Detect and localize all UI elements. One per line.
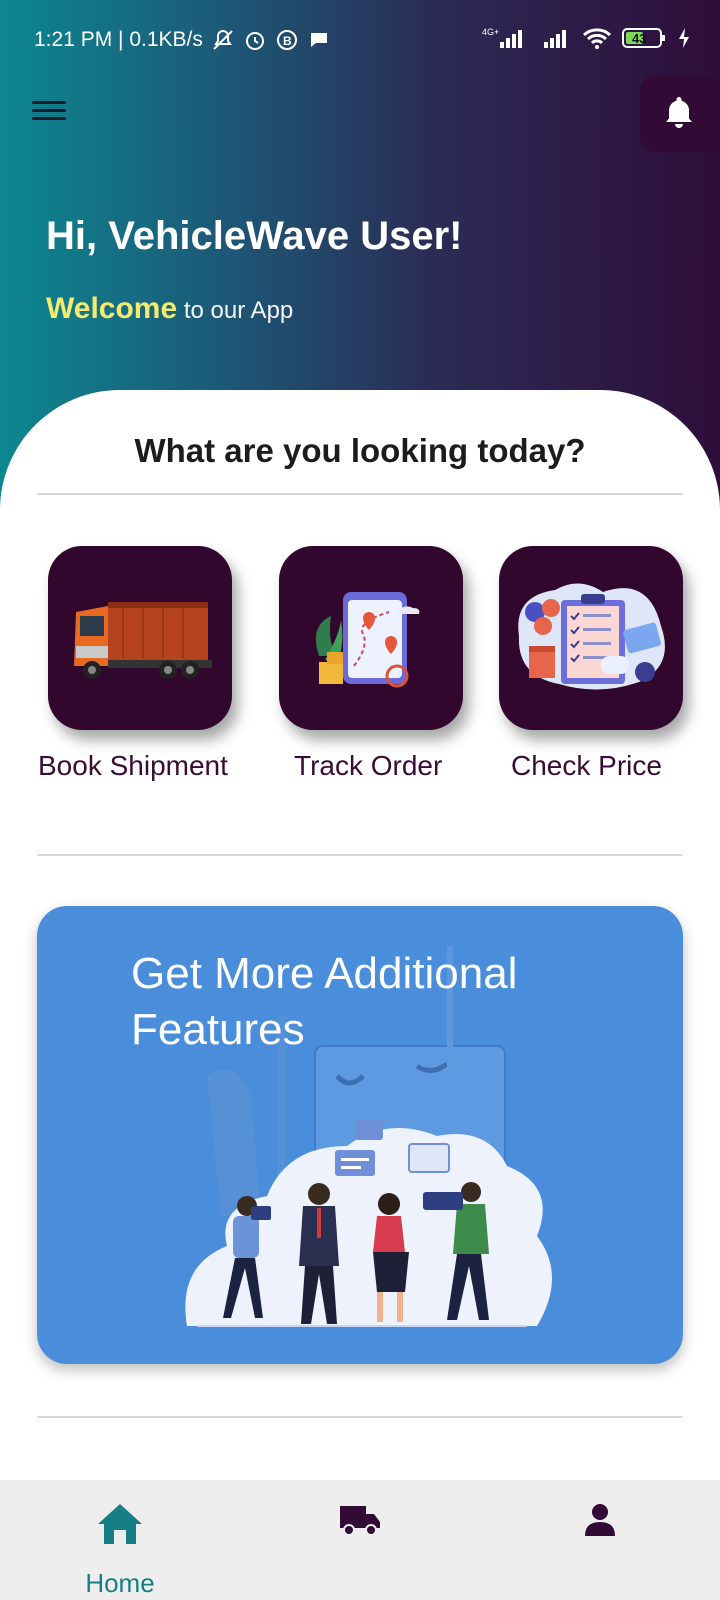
check-price-tile[interactable] bbox=[499, 546, 683, 730]
svg-text:B: B bbox=[283, 34, 292, 48]
chat-bubble-icon bbox=[307, 28, 331, 52]
status-time: 1:21 PM | 0.1KB/s bbox=[34, 28, 203, 51]
divider bbox=[37, 854, 683, 856]
book-shipment-label: Book Shipment bbox=[38, 750, 228, 781]
divider bbox=[37, 1416, 683, 1418]
truck-icon bbox=[338, 1502, 382, 1543]
nav-shipments[interactable] bbox=[240, 1480, 480, 1600]
status-bar: 1:21 PM | 0.1KB/s B 4G+ 43 bbox=[0, 22, 720, 62]
divider bbox=[37, 493, 683, 495]
home-icon bbox=[96, 1502, 144, 1551]
nav-home-label: Home bbox=[85, 1568, 155, 1598]
signal-icon-2 bbox=[542, 26, 572, 50]
alarm-icon bbox=[243, 28, 267, 52]
bottom-nav: Home bbox=[0, 1480, 720, 1600]
nav-profile[interactable] bbox=[480, 1480, 720, 1600]
svg-text:4G+: 4G+ bbox=[482, 27, 499, 37]
service-book-shipment[interactable]: Book Shipment bbox=[38, 546, 234, 781]
business-icon: B bbox=[275, 28, 299, 52]
menu-icon[interactable] bbox=[32, 96, 72, 132]
track-order-tile[interactable] bbox=[279, 546, 463, 730]
profile-icon bbox=[582, 1502, 618, 1543]
wifi-icon bbox=[582, 26, 612, 50]
promo-banner[interactable]: Get More Additional Features bbox=[37, 906, 683, 1364]
section-title: What are you looking today? bbox=[134, 432, 586, 469]
greeting-title: Hi, VehicleWave User! bbox=[46, 214, 463, 258]
truck-illustration bbox=[74, 602, 212, 679]
welcome-subtitle: Welcome to our App bbox=[46, 292, 293, 326]
welcome-rest: to our App bbox=[177, 297, 294, 324]
service-track-order[interactable]: Track Order bbox=[279, 546, 465, 781]
bell-icon bbox=[662, 94, 696, 135]
welcome-word: Welcome bbox=[46, 292, 178, 325]
nav-home[interactable]: Home bbox=[0, 1480, 240, 1600]
charging-icon bbox=[678, 26, 690, 50]
battery-icon: 43 bbox=[622, 26, 668, 50]
service-check-price[interactable]: Check Price bbox=[499, 546, 685, 781]
notification-button[interactable] bbox=[640, 76, 720, 152]
svg-text:43: 43 bbox=[632, 31, 646, 46]
signal-icon: 4G+ bbox=[482, 26, 532, 50]
track-order-label: Track Order bbox=[294, 750, 443, 781]
price-checklist-illustration bbox=[518, 583, 665, 690]
promo-title: Get More Additional Features bbox=[131, 949, 518, 1054]
book-shipment-tile[interactable] bbox=[48, 546, 232, 730]
map-tracking-illustration bbox=[315, 592, 420, 688]
mute-icon bbox=[211, 28, 235, 52]
check-price-label: Check Price bbox=[511, 750, 662, 781]
